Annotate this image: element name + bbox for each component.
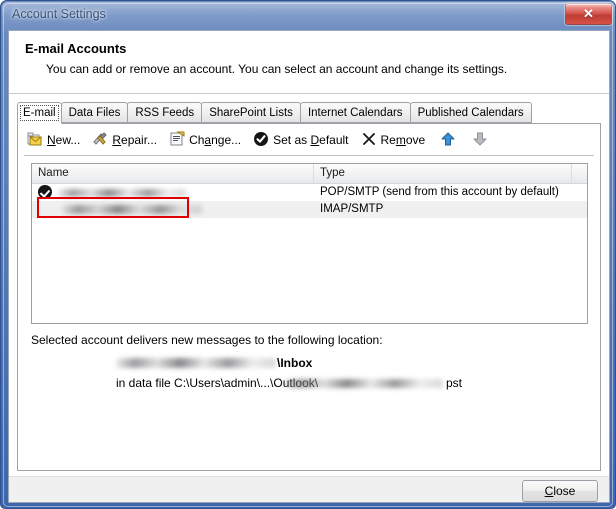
close-button[interactable]: Close xyxy=(522,480,598,502)
tab-label: Internet Calendars xyxy=(308,107,403,119)
data-file-extension: pst xyxy=(446,376,462,390)
redacted-data-file-name xyxy=(283,379,443,388)
set-as-default-label: Set as Default xyxy=(273,133,348,147)
change-account-button[interactable]: Change... xyxy=(166,130,250,151)
repair-account-button[interactable]: Repair... xyxy=(89,130,166,151)
tab-label: Data Files xyxy=(69,107,121,119)
default-account-check-icon xyxy=(38,185,52,199)
tab-data-files[interactable]: Data Files xyxy=(61,102,129,123)
header-divider xyxy=(9,93,609,94)
repair-tools-icon xyxy=(92,131,108,147)
set-as-default-button[interactable]: Set as Default xyxy=(250,130,357,151)
tab-sharepoint-lists[interactable]: SharePoint Lists xyxy=(201,102,301,123)
toolbar-divider xyxy=(24,155,594,156)
accounts-list[interactable]: Name Type POP/SMTP (send from this accou… xyxy=(31,163,588,324)
delivery-folder-name: \Inbox xyxy=(277,356,312,370)
new-mail-icon xyxy=(27,131,43,147)
dialog-client-area: E-mail Accounts You can add or remove an… xyxy=(8,30,610,503)
tab-label: RSS Feeds xyxy=(135,107,194,119)
column-header-filler xyxy=(572,164,587,183)
tab-rss-feeds[interactable]: RSS Feeds xyxy=(127,102,202,123)
title-bar: Account Settings ✕ xyxy=(1,1,616,31)
change-account-label: Change... xyxy=(189,133,241,147)
tab-strip: E-mail Data Files RSS Feeds SharePoint L… xyxy=(17,102,601,124)
move-up-button[interactable] xyxy=(434,130,466,151)
tab-focus-ring xyxy=(20,105,59,121)
table-row[interactable]: POP/SMTP (send from this account by defa… xyxy=(32,184,587,201)
repair-account-label: Repair... xyxy=(112,133,157,147)
remove-x-icon xyxy=(361,131,377,147)
table-row[interactable]: IMAP/SMTP xyxy=(32,201,587,218)
move-down-button xyxy=(466,130,498,151)
accounts-list-header: Name Type xyxy=(32,164,587,184)
column-header-name[interactable]: Name xyxy=(32,164,314,183)
redacted-account-name xyxy=(62,205,202,214)
window-close-button[interactable]: ✕ xyxy=(565,3,612,25)
arrow-up-icon xyxy=(440,131,456,147)
instruction-header: E-mail Accounts You can add or remove an… xyxy=(9,31,609,87)
close-icon: ✕ xyxy=(566,4,611,24)
redacted-account-name xyxy=(58,189,186,197)
tab-internet-calendars[interactable]: Internet Calendars xyxy=(300,102,411,123)
page-subtitle: You can add or remove an account. You ca… xyxy=(46,62,507,76)
tab-published-calendars[interactable]: Published Calendars xyxy=(410,102,532,123)
page-title: E-mail Accounts xyxy=(25,41,126,56)
change-properties-icon xyxy=(169,131,185,147)
tab-email[interactable]: E-mail xyxy=(17,102,62,124)
account-settings-window: Account Settings ✕ E-mail Accounts You c… xyxy=(0,0,616,509)
email-tab-panel: New... Repair... xyxy=(17,123,601,471)
new-account-button[interactable]: New... xyxy=(24,130,89,151)
account-type-cell: IMAP/SMTP xyxy=(320,201,383,218)
remove-account-label: Remove xyxy=(381,133,426,147)
account-type-cell: POP/SMTP (send from this account by defa… xyxy=(320,184,559,201)
remove-account-button[interactable]: Remove xyxy=(358,130,435,151)
new-account-label: New... xyxy=(47,133,80,147)
accounts-toolbar: New... Repair... xyxy=(24,130,594,153)
column-header-type[interactable]: Type xyxy=(314,164,572,183)
tab-label: SharePoint Lists xyxy=(209,107,293,119)
arrow-down-icon xyxy=(472,131,488,147)
dialog-footer: Close xyxy=(9,476,609,503)
tab-label: Published Calendars xyxy=(418,107,524,119)
redacted-folder-path xyxy=(116,358,276,368)
delivery-location-label: Selected account delivers new messages t… xyxy=(31,333,383,347)
close-button-label: lose xyxy=(553,484,575,498)
check-circle-icon xyxy=(253,131,269,147)
window-title: Account Settings xyxy=(12,7,106,21)
